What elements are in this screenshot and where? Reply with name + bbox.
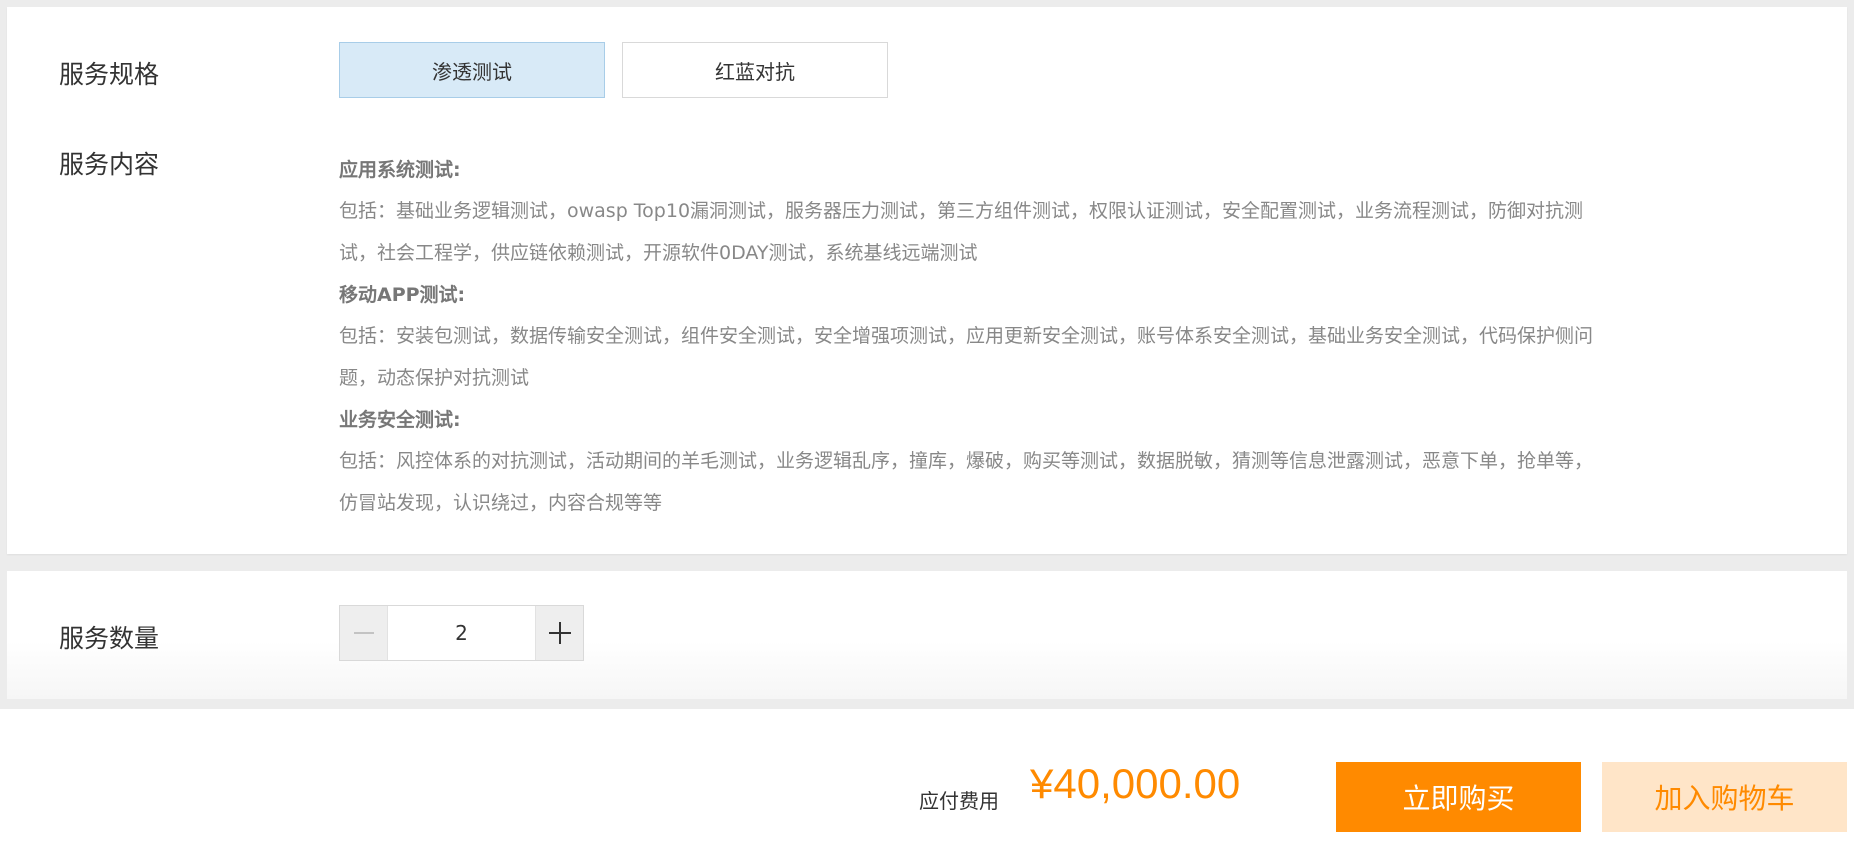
content-heading: 应用系统测试:: [339, 159, 461, 181]
spec-option-red-blue-confrontation[interactable]: 红蓝对抗: [622, 42, 888, 98]
content-description: 包括：安装包测试，数据传输安全测试，组件安全测试，安全增强项测试，应用更新安全测…: [339, 325, 1594, 389]
quantity-stepper: [339, 605, 584, 661]
content-group-mobile-app: 移动APP测试: 包括：安装包测试，数据传输安全测试，组件安全测试，安全增强项测…: [339, 275, 1609, 399]
content-heading: 业务安全测试:: [339, 409, 461, 431]
quantity-input[interactable]: [388, 606, 535, 660]
page: 服务规格 渗透测试 红蓝对抗 服务内容 应用系统测试: 包括：基础业务逻辑测试，…: [0, 0, 1854, 866]
content-description: 包括：基础业务逻辑测试，owasp Top10漏洞测试，服务器压力测试，第三方组…: [339, 200, 1584, 264]
buy-now-button[interactable]: 立即购买: [1336, 762, 1581, 832]
spec-panel: 服务规格 渗透测试 红蓝对抗 服务内容 应用系统测试: 包括：基础业务逻辑测试，…: [7, 7, 1847, 554]
minus-icon: [353, 632, 374, 634]
spec-label: 服务规格: [59, 60, 160, 89]
fee-amount: ¥40,000.00: [1030, 760, 1241, 807]
spec-options: 渗透测试 红蓝对抗: [339, 42, 888, 98]
quantity-panel: 服务数量: [7, 571, 1847, 699]
quantity-decrement-button[interactable]: [340, 606, 388, 660]
content-heading: 移动APP测试:: [339, 284, 466, 306]
order-footer: 应付费用 ¥40,000.00 立即购买 加入购物车: [0, 709, 1854, 866]
fee-label: 应付费用: [919, 789, 999, 813]
service-content: 应用系统测试: 包括：基础业务逻辑测试，owasp Top10漏洞测试，服务器压…: [339, 150, 1609, 524]
content-label: 服务内容: [59, 150, 160, 179]
add-to-cart-button[interactable]: 加入购物车: [1602, 762, 1847, 832]
content-group-business-security: 业务安全测试: 包括：风控体系的对抗测试，活动期间的羊毛测试，业务逻辑乱序，撞库…: [339, 400, 1609, 524]
spec-option-penetration-test[interactable]: 渗透测试: [339, 42, 605, 98]
content-group-app-system: 应用系统测试: 包括：基础业务逻辑测试，owasp Top10漏洞测试，服务器压…: [339, 150, 1609, 274]
plus-icon: [548, 622, 571, 644]
content-description: 包括：风控体系的对抗测试，活动期间的羊毛测试，业务逻辑乱序，撞库，爆破，购买等测…: [339, 450, 1594, 514]
quantity-label: 服务数量: [59, 624, 160, 653]
quantity-increment-button[interactable]: [535, 606, 583, 660]
